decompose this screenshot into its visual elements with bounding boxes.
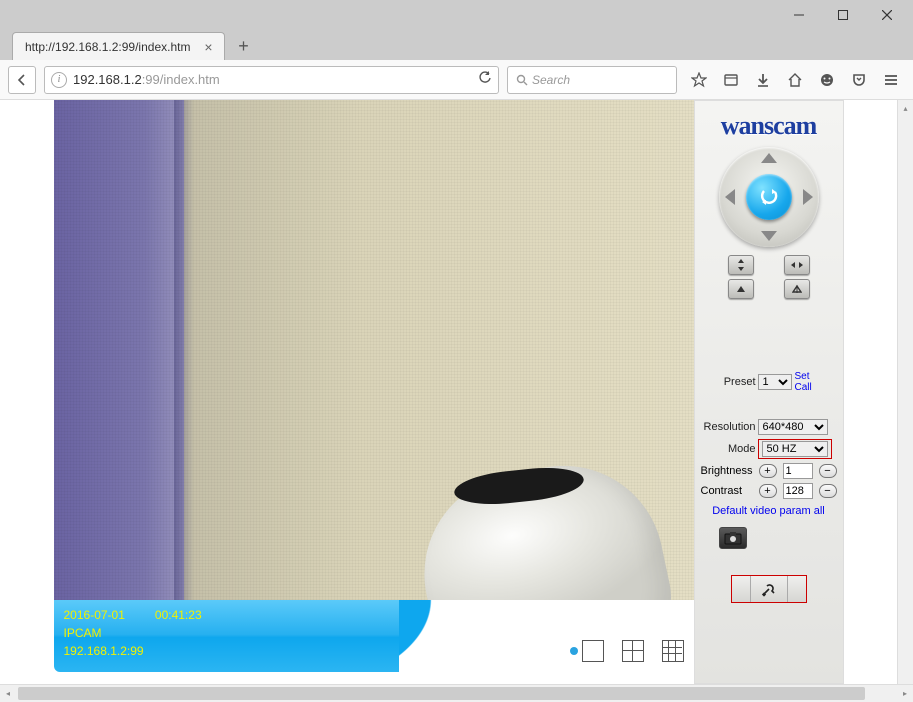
layout-4up-button[interactable] <box>622 640 644 662</box>
new-tab-button[interactable]: + <box>231 34 255 58</box>
mode-select[interactable]: 50 HZ <box>762 441 828 457</box>
video-status-bar: 2016-07-01 00:41:23 IPCAM 192.168.1.2:99 <box>54 600 694 672</box>
layout-1up-button[interactable] <box>582 640 604 662</box>
brightness-input[interactable] <box>783 463 813 479</box>
pocket-icon[interactable] <box>845 66 873 94</box>
toolbar-icons <box>685 66 905 94</box>
url-bar[interactable]: i 192.168.1.2:99/index.htm <box>44 66 499 94</box>
default-video-param-link[interactable]: Default video param all <box>712 505 825 517</box>
contrast-increase-button[interactable]: + <box>759 484 777 498</box>
settings-next-button[interactable] <box>788 576 806 602</box>
library-icon[interactable] <box>717 66 745 94</box>
back-button[interactable] <box>8 66 36 94</box>
browser-navbar: i 192.168.1.2:99/index.htm Search <box>0 60 913 100</box>
flip-horizontal-button[interactable] <box>784 279 810 299</box>
chat-icon[interactable] <box>813 66 841 94</box>
vertical-patrol-button[interactable] <box>728 255 754 275</box>
preset-call-link[interactable]: Call <box>795 382 812 393</box>
ptz-down-button[interactable] <box>761 231 777 241</box>
contrast-label: Contrast <box>701 485 753 497</box>
contrast-input[interactable] <box>783 483 813 499</box>
brand-logo: wanscam <box>721 111 817 141</box>
tab-close-button[interactable]: × <box>200 39 216 55</box>
tab-title: http://192.168.1.2:99/index.htm <box>25 40 190 54</box>
browser-tabbar: http://192.168.1.2:99/index.htm × + <box>0 30 913 60</box>
resolution-select[interactable]: 640*480 <box>758 419 828 435</box>
camera-video-feed <box>54 100 694 600</box>
layout-9up-button[interactable] <box>662 640 684 662</box>
bookmark-star-icon[interactable] <box>685 66 713 94</box>
brightness-increase-button[interactable]: + <box>759 464 777 478</box>
mode-label: Mode <box>701 443 756 455</box>
page-viewport: ▴ 2016-07-01 00:41:23 IPCAM 192.168.1.2:… <box>0 100 913 684</box>
tools-icon <box>761 581 777 597</box>
ptz-up-button[interactable] <box>761 153 777 163</box>
window-titlebar <box>0 0 913 30</box>
reload-button[interactable] <box>478 71 492 88</box>
window-close-button[interactable] <box>865 1 909 29</box>
settings-prev-button[interactable] <box>732 576 751 602</box>
resolution-label: Resolution <box>701 421 756 433</box>
osd-date: 2016-07-01 <box>64 608 125 622</box>
camera-icon <box>724 531 742 545</box>
settings-bar <box>731 575 807 603</box>
search-placeholder: Search <box>532 73 570 87</box>
window-maximize-button[interactable] <box>821 1 865 29</box>
refresh-icon <box>758 186 780 208</box>
site-info-icon[interactable]: i <box>51 72 67 88</box>
search-bar[interactable]: Search <box>507 66 677 94</box>
menu-icon[interactable] <box>877 66 905 94</box>
preset-label: Preset <box>701 376 756 388</box>
contrast-decrease-button[interactable]: − <box>819 484 837 498</box>
flip-vertical-button[interactable] <box>728 279 754 299</box>
search-icon <box>516 74 528 86</box>
home-icon[interactable] <box>781 66 809 94</box>
ptz-right-button[interactable] <box>803 189 813 205</box>
ptz-center-button[interactable] <box>746 174 792 220</box>
window-minimize-button[interactable] <box>777 1 821 29</box>
ptz-control <box>719 147 819 247</box>
snapshot-button[interactable] <box>719 527 747 549</box>
horizontal-scrollbar[interactable]: ◂▸ <box>0 684 913 702</box>
camera-control-panel: wanscam <box>694 100 844 684</box>
osd-camera-address: 192.168.1.2:99 <box>64 642 389 660</box>
browser-tab[interactable]: http://192.168.1.2:99/index.htm × <box>12 32 225 60</box>
downloads-icon[interactable] <box>749 66 777 94</box>
brightness-decrease-button[interactable]: − <box>819 464 837 478</box>
horizontal-patrol-button[interactable] <box>784 255 810 275</box>
osd-time: 00:41:23 <box>155 608 202 622</box>
vertical-scrollbar[interactable]: ▴ <box>897 100 913 684</box>
active-layout-indicator-icon <box>570 647 578 655</box>
ptz-left-button[interactable] <box>725 189 735 205</box>
preset-set-link[interactable]: Set <box>795 371 812 382</box>
settings-button[interactable] <box>751 576 788 602</box>
preset-select[interactable]: 1 <box>758 374 792 390</box>
url-text: 192.168.1.2:99/index.htm <box>73 72 220 87</box>
osd-camera-name: IPCAM <box>64 624 389 642</box>
brightness-label: Brightness <box>701 465 753 477</box>
